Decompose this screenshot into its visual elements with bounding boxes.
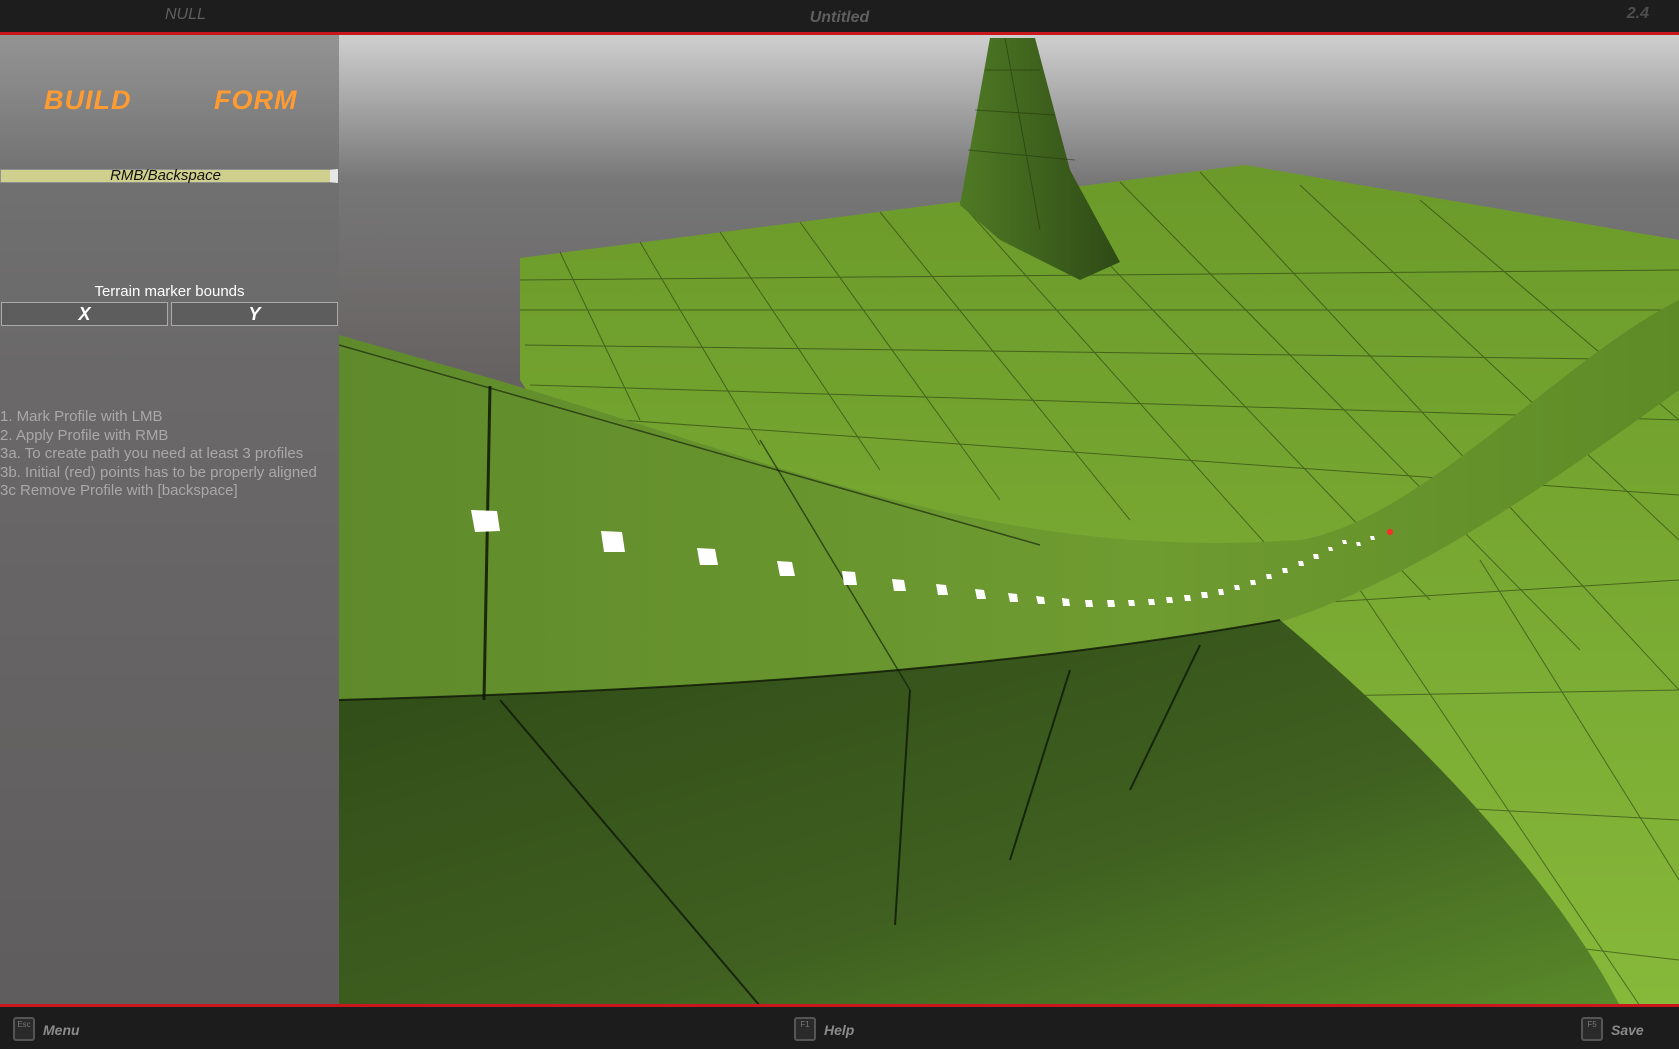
instructions-list: 1. Mark Profile with LMB 2. Apply Profil… — [0, 408, 320, 501]
f5-key-icon: F5 — [1581, 1017, 1603, 1041]
instruction-line: 3a. To create path you need at least 3 p… — [0, 445, 304, 462]
bound-y-button[interactable]: Y — [171, 302, 338, 326]
tab-build[interactable]: BUILD — [44, 85, 132, 116]
tab-form[interactable]: FORM — [214, 85, 297, 116]
bound-x-button[interactable]: X — [1, 302, 168, 326]
esc-key-icon: Esc — [13, 1017, 35, 1041]
top-bar: NULL Untitled 2.4 — [0, 0, 1679, 35]
instruction-line: 2. Apply Profile with RMB — [0, 426, 169, 444]
terrain-marker-bounds-label: Terrain marker bounds — [94, 283, 245, 300]
instruction-line: 3b. Initial (red) points has to be prope… — [0, 463, 317, 481]
f1-key-icon: F1 — [794, 1017, 816, 1041]
instruction-line: 3c Remove Profile with [backspace] — [0, 482, 238, 499]
bottom-bar: Esc Menu F1 Help F5 Save — [0, 1004, 1679, 1049]
help-label: Help — [824, 1022, 855, 1038]
instruction-line: 1. Mark Profile with LMB — [0, 408, 163, 425]
menu-label: Menu — [43, 1022, 80, 1038]
red-initial-marker[interactable] — [1387, 529, 1393, 535]
version-label: 2.4 — [1626, 5, 1649, 22]
rmb-backspace-bar[interactable]: RMB/Backspace — [0, 168, 338, 183]
save-label: Save — [1611, 1022, 1644, 1038]
tool-panel: BUILD FORM RMB/Backspace Terrain marker … — [0, 35, 339, 1006]
document-title: Untitled — [809, 9, 870, 26]
